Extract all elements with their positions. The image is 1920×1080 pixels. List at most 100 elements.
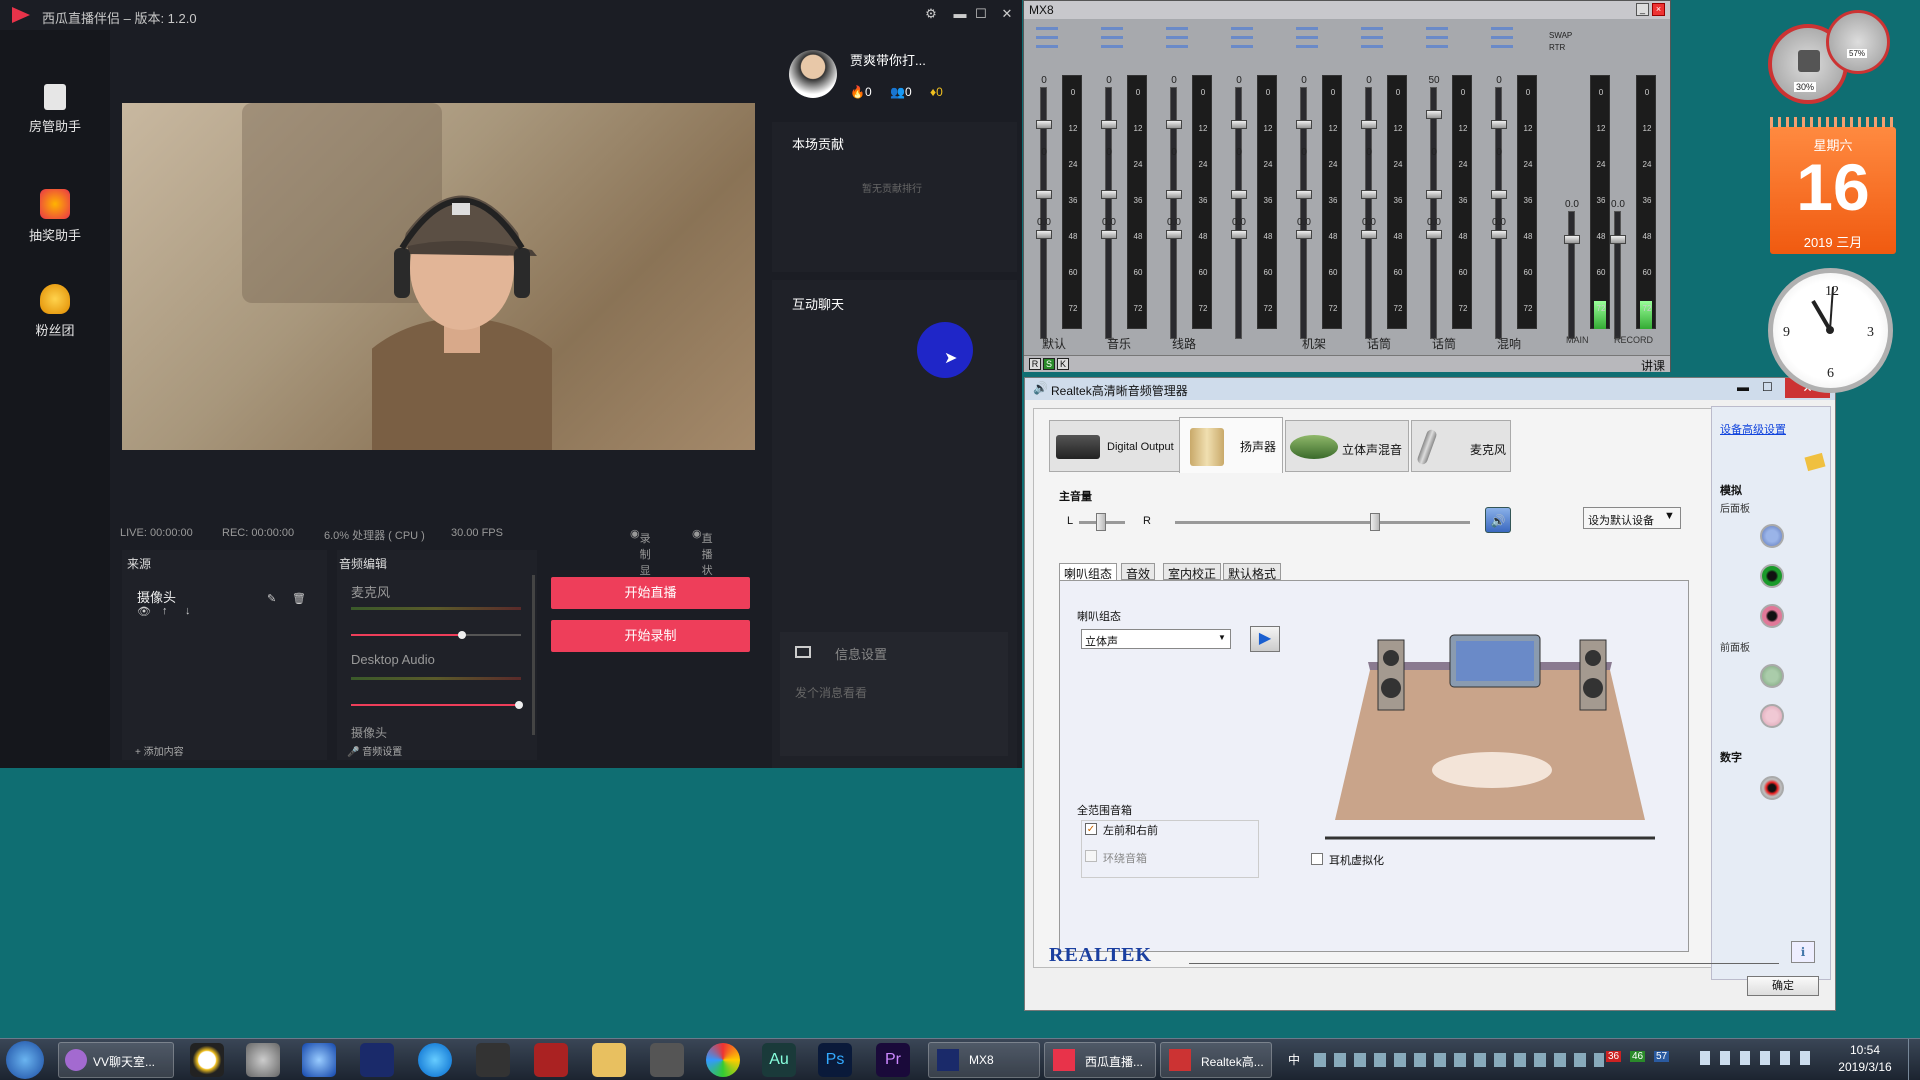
mx8-s-button[interactable]: S [1043,358,1055,370]
sidebar-item-room-manager[interactable]: 房管助手 [0,60,110,150]
mx8-minimize-button[interactable]: _ [1636,3,1649,16]
fader-knob[interactable] [1231,190,1247,199]
start-button[interactable] [6,1041,44,1079]
jack-front-green[interactable] [1760,664,1784,688]
close-button[interactable]: ✕ [998,6,1016,22]
realtek-maximize-button[interactable]: ☐ [1762,380,1773,394]
fader-knob[interactable] [1426,110,1442,119]
jack-blue[interactable] [1760,524,1784,548]
fader-knob[interactable] [1036,230,1052,239]
fader-knob[interactable] [1491,190,1507,199]
app-icon-1[interactable] [190,1043,224,1077]
info-button[interactable]: ℹ [1791,941,1815,963]
tab-speakers[interactable]: 扬声器 [1179,417,1283,473]
paw-icon[interactable] [650,1043,684,1077]
fader-knob[interactable] [1101,190,1117,199]
fader-track[interactable] [1614,211,1621,339]
ime-indicator[interactable]: 中 [1288,1051,1300,1068]
app-icon-k[interactable] [360,1043,394,1077]
fader-track[interactable] [1568,211,1575,339]
taskbar-item-xigua[interactable]: 西瓜直播... [1044,1042,1156,1078]
rms-toggles[interactable] [1036,27,1058,53]
slider-knob[interactable] [515,701,523,709]
subtab-effects[interactable]: 音效 [1121,563,1156,581]
move-up-icon[interactable]: ↑ [162,605,168,617]
media-player-icon[interactable] [302,1043,336,1077]
fader-knob[interactable] [1361,120,1377,129]
fader-knob[interactable] [1231,230,1247,239]
fader-knob[interactable] [1361,190,1377,199]
edit-pencil-icon[interactable]: ✎ [267,592,276,605]
fader-knob[interactable] [1231,120,1247,129]
volume-slider-mic[interactable] [351,631,521,639]
play-test-button[interactable]: ▶ [1250,626,1280,652]
source-item-camera[interactable]: 摄像头 👁 ↑ ↓ ✎ 🗑 [137,587,317,621]
taskbar-item-mx8[interactable]: MX8 [928,1042,1040,1078]
system-tray-icons[interactable] [1314,1053,1604,1067]
browser-icon[interactable] [706,1043,740,1077]
audition-icon[interactable]: Au [762,1043,796,1077]
folder-icon[interactable] [592,1043,626,1077]
sidebar-item-lottery[interactable]: 抽奖助手 [0,165,110,255]
taskbar-item-vv-chat[interactable]: VV聊天室... [58,1042,174,1078]
scrollbar[interactable] [532,575,535,735]
jack-front-pink[interactable] [1760,704,1784,728]
rms-toggles[interactable] [1231,27,1253,53]
message-settings-label[interactable]: 信息设置 [835,644,887,663]
rms-toggles[interactable] [1491,27,1513,53]
webcam-icon[interactable] [246,1043,280,1077]
fader-knob[interactable] [1036,120,1052,129]
speaker-config-select[interactable]: 立体声 ▼ [1081,629,1231,649]
kugou-icon[interactable] [418,1043,452,1077]
chat-input-area[interactable]: 信息设置 发个消息看看 [780,632,1008,756]
audio-settings-button[interactable]: 🎤 音频设置 [347,743,402,758]
fader-knob[interactable] [1296,120,1312,129]
mx8-r-button[interactable]: R [1029,358,1041,370]
rms-toggles[interactable] [1296,27,1318,53]
subtab-room-correction[interactable]: 室内校正 [1163,563,1222,581]
chat-input-placeholder[interactable]: 发个消息看看 [795,684,867,701]
clock-time[interactable]: 10:54 [1830,1043,1900,1057]
fader-knob[interactable] [1491,120,1507,129]
avatar[interactable] [789,50,837,98]
premiere-icon[interactable]: Pr [876,1043,910,1077]
fader-knob[interactable] [1564,235,1580,244]
jack-pink[interactable] [1760,604,1784,628]
fader-knob[interactable] [1296,230,1312,239]
fader-knob[interactable] [1101,120,1117,129]
live-status-toggle[interactable]: ◉ 直播状态 [692,527,713,593]
tab-stereo-mix[interactable]: 立体声混音 [1285,420,1409,472]
main-volume-slider-knob[interactable] [1370,513,1380,531]
fader-knob[interactable] [1426,230,1442,239]
fader-knob[interactable] [1610,235,1626,244]
subtab-default-format[interactable]: 默认格式 [1223,563,1282,581]
balance-slider[interactable] [1079,513,1125,531]
realtek-minimize-button[interactable]: ▬ [1737,380,1749,394]
rms-toggles[interactable] [1426,27,1448,53]
mute-speaker-button[interactable]: 🔊 [1485,507,1511,533]
volume-slider-desktop[interactable] [351,701,523,709]
advanced-settings-link[interactable]: 设备高级设置 [1720,421,1786,437]
mx8-close-button[interactable]: × [1652,3,1665,16]
start-record-button[interactable]: 开始录制 [551,620,750,652]
fader-knob[interactable] [1036,190,1052,199]
jack-green[interactable] [1760,564,1784,588]
move-down-icon[interactable]: ↓ [185,605,191,617]
rms-toggles[interactable] [1361,27,1383,53]
maximize-button[interactable]: ☐ [972,6,990,22]
photoshop-icon[interactable]: Ps [818,1043,852,1077]
tab-microphone[interactable]: 麦克风 [1411,420,1511,472]
fader-knob[interactable] [1296,190,1312,199]
subtab-speaker-config[interactable]: 喇叭组态 [1059,563,1118,581]
surround-checkbox[interactable] [1085,850,1097,862]
minimize-button[interactable]: ▬ [951,6,969,21]
fader-knob[interactable] [1361,230,1377,239]
fader-knob[interactable] [1166,230,1182,239]
fader-knob[interactable] [1101,230,1117,239]
clock-date[interactable]: 2019/3/16 [1830,1060,1900,1074]
eye-icon[interactable]: 👁 [137,605,151,618]
headphone-virtualization-checkbox[interactable] [1311,853,1323,865]
add-source-button[interactable]: + 添加内容 [135,743,184,758]
rms-toggles[interactable] [1166,27,1188,53]
show-desktop-button[interactable] [1908,1039,1920,1080]
